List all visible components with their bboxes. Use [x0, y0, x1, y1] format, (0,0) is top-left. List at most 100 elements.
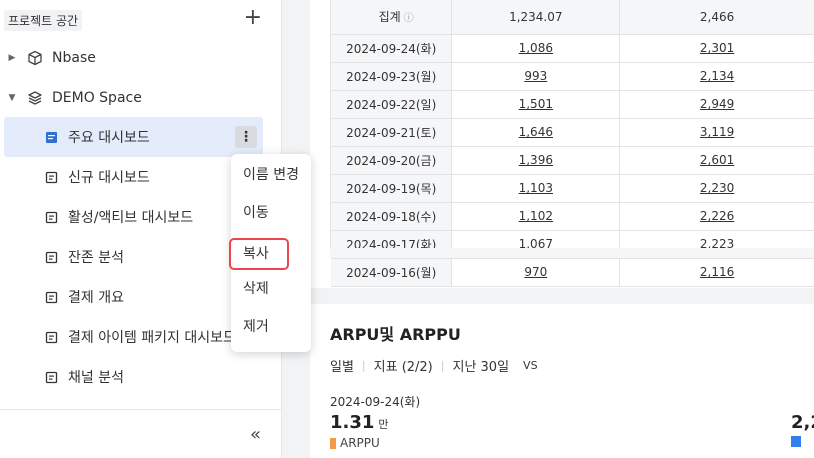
date-cell: 2024-09-20(금) [331, 146, 453, 175]
layers-icon [26, 89, 44, 107]
dashboard-item-new[interactable]: 신규 대시보드 [4, 157, 263, 197]
chevron-right-icon[interactable]: ▶ [6, 53, 18, 63]
filter-metric[interactable]: 지표 (2/2) [374, 356, 433, 375]
chevron-down-icon[interactable]: ▼ [6, 93, 18, 103]
menu-item-rename[interactable]: 이름 변경 [231, 157, 311, 193]
dashboard-doc-icon [44, 290, 58, 304]
filter-bar: 일별 | 지표 (2/2) | 지난 30일 VS [330, 356, 538, 375]
table-row: 2024-09-20(금) 1,396 2,601 [331, 146, 814, 175]
date-cell: 2024-09-24(화) [331, 34, 453, 63]
dashboard-label: 결제 아이템 패키지 대시보드 [68, 330, 236, 346]
metric-number: 1.31 [330, 412, 375, 433]
vs-toggle[interactable]: VS [523, 359, 538, 372]
value-link[interactable]: 3,119 [700, 125, 734, 139]
metric-value-secondary: 2,2 [791, 412, 814, 433]
dashboard-item-main[interactable]: 주요 대시보드 ⋮ [4, 117, 263, 157]
project-demo-space[interactable]: ▼ DEMO Space [0, 78, 270, 118]
date-cell: 2024-09-19(목) [331, 174, 453, 203]
table-row-total: 집계 ⓘ 1,234.07 2,466 [331, 0, 814, 35]
context-menu: 이름 변경 이동 복사 삭제 제거 [229, 154, 311, 352]
date-cell: 2024-09-23(월) [331, 62, 453, 91]
section-gap [310, 288, 814, 304]
menu-item-remove[interactable]: 제거 [231, 309, 311, 345]
table-row: 2024-09-24(화) 1,086 2,301 [331, 34, 814, 63]
table-card: 집계 ⓘ 1,234.07 2,466 2024-09-24(화) 1,086 2… [310, 0, 814, 288]
data-table: 집계 ⓘ 1,234.07 2,466 2024-09-24(화) 1,086 2… [330, 0, 814, 287]
dashboard-item-retention[interactable]: 잔존 분석 [4, 237, 263, 277]
dashboard-item-payment-overview[interactable]: 결제 개요 [4, 277, 263, 317]
menu-item-move[interactable]: 이동 [231, 195, 311, 231]
value-link[interactable]: 1,103 [519, 181, 553, 195]
value-link[interactable]: 2,226 [700, 209, 734, 223]
dashboard-doc-icon [44, 330, 58, 344]
dashboard-label: 활성/액티브 대시보드 [68, 210, 194, 226]
info-icon: ⓘ [403, 13, 414, 25]
value-link[interactable]: 970 [524, 265, 547, 279]
dashboard-doc-icon [44, 170, 58, 184]
project-space-title: 프로젝트 공간 [4, 10, 83, 31]
dashboard-label: 채널 분석 [68, 370, 124, 386]
dashboard-label: 신규 대시보드 [68, 170, 150, 186]
dashboard-item-payment-package[interactable]: 결제 아이템 패키지 대시보드 [4, 317, 263, 357]
project-label: Nbase [52, 50, 96, 66]
filter-range[interactable]: 지난 30일 [452, 356, 509, 375]
value-link[interactable]: 2,301 [700, 41, 734, 55]
legend-swatch-secondary [791, 436, 801, 447]
sidebar-header: 프로젝트 공간 + [4, 6, 274, 33]
value-link[interactable]: 2,230 [700, 181, 734, 195]
value-link[interactable]: 993 [524, 69, 547, 83]
dashboard-doc-icon [44, 370, 58, 384]
value-link[interactable]: 1,646 [519, 125, 553, 139]
metric-date: 2024-09-24(화) [330, 395, 421, 409]
date-cell: 2024-09-18(수) [331, 202, 453, 231]
menu-item-delete[interactable]: 삭제 [231, 271, 311, 307]
value-link[interactable]: 2,601 [700, 153, 734, 167]
collapse-sidebar-icon[interactable]: « [250, 424, 261, 445]
legend-arppu: ARPPU [330, 436, 380, 450]
metric-value: 1.31 만 [330, 412, 389, 433]
total-label-cell: 집계 ⓘ [331, 0, 453, 35]
plus-icon[interactable]: + [244, 6, 262, 30]
dashboard-label: 결제 개요 [68, 290, 124, 306]
dashboard-doc-icon [44, 210, 58, 224]
legend-label: ARPPU [340, 436, 380, 450]
dashboard-label: 주요 대시보드 [68, 130, 150, 146]
table-row: 2024-09-19(목) 1,103 2,230 [331, 174, 814, 203]
dashboard-doc-icon [44, 250, 58, 264]
dashboard-label: 잔존 분석 [68, 250, 124, 266]
table-row: 2024-09-16(월) 970 2,116 [331, 258, 814, 287]
arpu-card: ARPU및 ARPPU 일별 | 지표 (2/2) | 지난 30일 VS 20… [310, 304, 814, 458]
sidebar-divider [0, 409, 282, 410]
value-link[interactable]: 1,396 [519, 153, 553, 167]
separator: | [361, 359, 366, 372]
date-cell: 2024-09-22(일) [331, 90, 453, 119]
project-label: DEMO Space [52, 90, 142, 106]
total-col1: 1,234.07 [451, 0, 621, 35]
table-row: 2024-09-18(수) 1,102 2,226 [331, 202, 814, 231]
dashboard-item-channel[interactable]: 채널 분석 [4, 357, 263, 397]
metric-unit: 만 [378, 418, 389, 431]
cube-icon [26, 49, 44, 67]
project-nbase[interactable]: ▶ Nbase [0, 38, 270, 78]
total-col2: 2,466 [619, 0, 814, 35]
table-row: 2024-09-23(월) 993 2,134 [331, 62, 814, 91]
total-label: 집계 [378, 10, 401, 25]
filter-period[interactable]: 일별 [330, 356, 354, 375]
value-link[interactable]: 2,949 [700, 97, 734, 111]
menu-item-copy[interactable]: 복사 [229, 238, 289, 270]
more-options-icon[interactable]: ⋮ [235, 126, 257, 148]
value-link[interactable]: 2,116 [700, 265, 734, 279]
dashboard-doc-icon [44, 130, 58, 144]
legend-swatch [330, 437, 336, 449]
dashboard-item-active[interactable]: 활성/액티브 대시보드 [4, 197, 263, 237]
table-row: 2024-09-22(일) 1,501 2,949 [331, 90, 814, 119]
card-title: ARPU및 ARPPU [330, 325, 461, 344]
value-link[interactable]: 1,086 [519, 41, 553, 55]
value-link[interactable]: 1,501 [519, 97, 553, 111]
date-cell: 2024-09-21(토) [331, 118, 453, 147]
value-link[interactable]: 2,134 [700, 69, 734, 83]
date-cell: 2024-09-16(월) [331, 258, 453, 287]
value-link[interactable]: 1,102 [519, 209, 553, 223]
separator: | [440, 359, 445, 372]
table-scroll-area [330, 248, 814, 258]
